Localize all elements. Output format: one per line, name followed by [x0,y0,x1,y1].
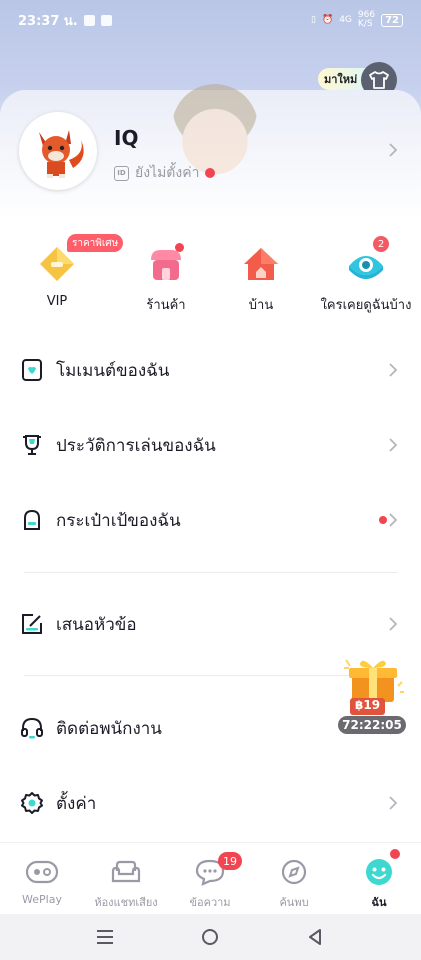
menu-item-moments[interactable]: โมเมนต์ของฉัน [0,345,421,395]
menu-item-label: เสนอหัวข้อ [56,614,137,635]
tab-label: ห้องแชทเสียง [94,896,158,909]
tab-voice-chat[interactable]: ห้องแชทเสียง [84,855,168,911]
trophy-icon [20,433,44,457]
home-icon [244,248,278,280]
shortcut-visitors-label: ใครเคยดูฉันบ้าง [320,298,412,313]
shortcut-shop-label: ร้านค้า [146,298,186,313]
messenger-app-icon [83,14,95,26]
chevron-right-icon [389,513,398,527]
system-navigation-bar [0,914,421,960]
chevron-right-icon [389,796,398,810]
tab-label: WePlay [22,893,62,906]
gift-promo-widget[interactable]: ฿19 72:22:05 [338,656,408,736]
me-tab-notification-dot [390,849,400,859]
user-id-row[interactable]: ID ยังไม่ตั้งค่า [114,162,216,184]
backpack-notification-dot [379,516,387,524]
menu-item-play-history[interactable]: ประวัติการเล่นของฉัน [0,420,421,470]
shirt-icon [369,71,389,89]
chat-app-icon [100,14,112,26]
shortcut-home-label: บ้าน [248,298,274,313]
tab-label: ค้นพบ [279,896,309,909]
smiley-face-icon [366,859,392,885]
vibrate-icon: ▯ [311,15,316,25]
edit-note-icon [20,612,44,636]
tab-me[interactable]: ฉัน [337,855,421,911]
chevron-right-icon [389,363,398,377]
avatar[interactable] [19,112,97,190]
network-speed-unit: K/S [357,19,373,29]
menu-item-label: ประวัติการเล่นของฉัน [56,435,216,456]
gear-icon [20,791,44,815]
recent-apps-icon[interactable] [96,929,114,945]
visitors-count-badge: 2 [373,236,389,252]
sofa-icon [111,860,141,883]
gift-countdown: 72:22:05 [338,716,406,734]
compass-icon [281,859,307,885]
headset-icon [20,716,44,740]
vip-promo-badge: ราคาพิเศษ [67,234,124,252]
weplay-gamepad-icon [25,860,59,884]
menu-item-label: ตั้งค่า [56,793,97,814]
chevron-right-icon [389,617,398,631]
fox-avatar-icon [39,130,84,178]
network-type: 4G [339,15,352,25]
notification-dot [205,168,216,178]
menu-item-label: กระเป๋าเป้ของฉัน [56,510,181,531]
id-icon: ID [114,165,129,181]
shortcut-home[interactable]: บ้าน [221,238,301,315]
menu-item-backpack[interactable]: กระเป๋าเป้ของฉัน [0,495,421,545]
bottom-tab-bar: WePlay ห้องแชทเสียง ข้อความ ค้นพบ ฉัน [0,842,421,914]
moments-icon [20,358,44,382]
menu-item-settings[interactable]: ตั้งค่า [0,778,421,828]
messages-count-badge: 19 [218,852,242,870]
username: IQ [114,126,139,150]
menu-item-label: โมเมนต์ของฉัน [56,360,170,381]
tab-label: ข้อความ [189,896,231,909]
gift-price-tag: ฿19 [350,698,386,715]
status-time: 23:37 น. [18,13,78,29]
alarm-icon: ⏰ [321,15,334,25]
back-triangle-icon[interactable] [307,928,323,946]
menu-item-suggest-topic[interactable]: เสนอหัวข้อ [0,599,421,649]
tab-weplay[interactable]: WePlay [0,855,84,906]
shortcut-shop[interactable]: ร้านค้า [126,238,206,315]
home-circle-icon[interactable] [201,928,219,946]
chevron-right-icon[interactable] [388,142,398,158]
backpack-icon [20,508,44,532]
shortcut-row: VIP ร้านค้า บ้าน ใครเคยดูฉันบ้าง [0,238,421,318]
chevron-right-icon [389,438,398,452]
tab-discover[interactable]: ค้นพบ [252,855,336,911]
status-bar: 23:37 น. ▯ ⏰ 4G 966 K/S 72 [0,0,421,40]
tab-label: ฉัน [371,896,387,909]
battery-icon: 72 [381,13,403,27]
shop-notification-dot [175,243,184,252]
menu-item-label: ติดต่อพนักงาน [56,718,162,739]
shortcut-visitors[interactable]: ใครเคยดูฉันบ้าง [318,238,414,315]
section-divider [24,572,398,573]
user-id-status: ยังไม่ตั้งค่า [135,165,200,181]
shortcut-vip-label: VIP [46,294,68,309]
